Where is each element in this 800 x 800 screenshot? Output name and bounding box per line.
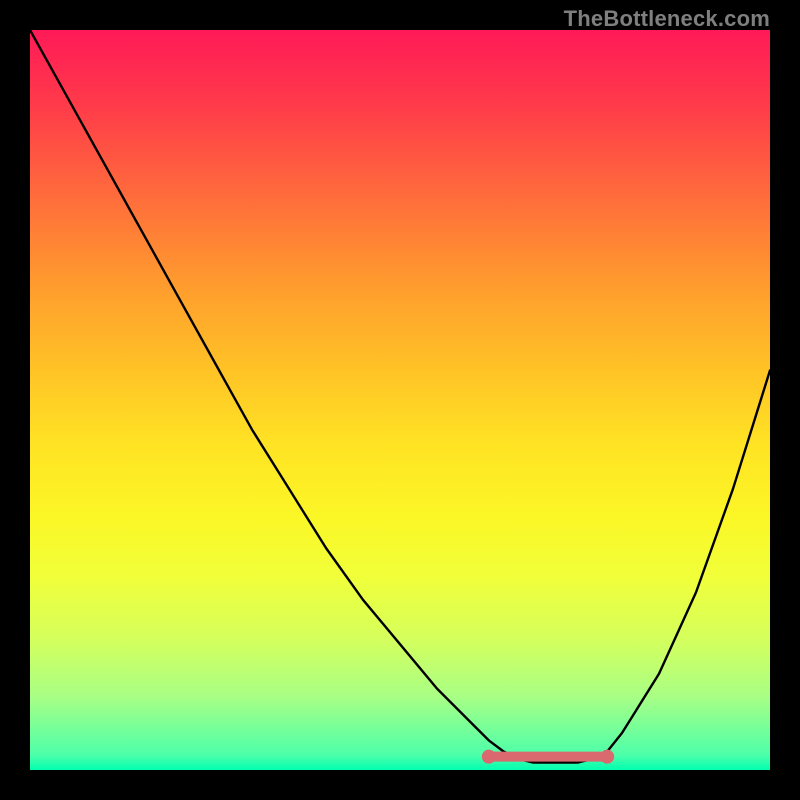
chart-frame: TheBottleneck.com: [0, 0, 800, 800]
watermark-text: TheBottleneck.com: [564, 6, 770, 32]
chart-svg: [30, 30, 770, 770]
flat-region-left-marker: [482, 750, 496, 764]
curve-group: [30, 30, 770, 764]
plot-area: [30, 30, 770, 770]
flat-region-right-marker: [600, 750, 614, 764]
main-curve: [30, 30, 770, 763]
